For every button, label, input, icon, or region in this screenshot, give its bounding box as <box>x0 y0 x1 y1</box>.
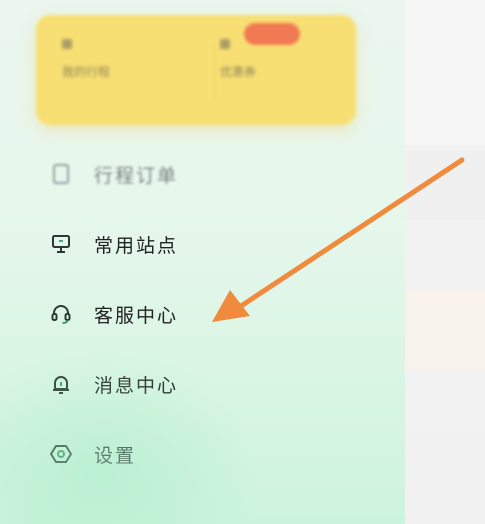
pointer-arrow-annotation <box>212 157 465 322</box>
